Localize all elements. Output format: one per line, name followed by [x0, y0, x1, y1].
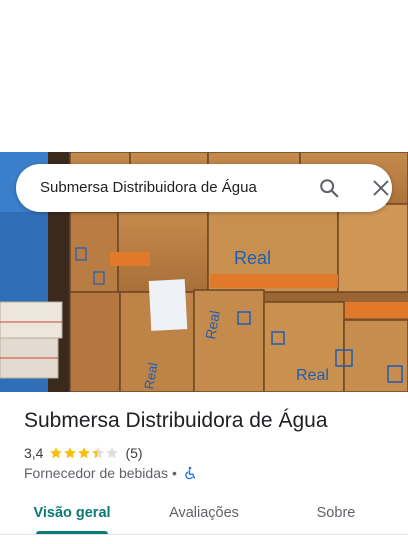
- star-full-icon: [50, 447, 63, 459]
- tab-overview[interactable]: Visão geral: [20, 494, 124, 534]
- tab-about[interactable]: Sobre: [284, 494, 388, 534]
- rating-value: 3,4: [24, 445, 44, 461]
- search-icon[interactable]: [318, 177, 340, 199]
- review-count[interactable]: (5): [125, 445, 142, 461]
- search-input[interactable]: Submersa Distribuidora de Água: [40, 164, 257, 212]
- place-tabs: Visão geral Avaliações Sobre: [0, 494, 408, 536]
- blank-header-area: [0, 0, 408, 152]
- rating-row[interactable]: 3,4 (5): [24, 444, 143, 462]
- wheelchair-accessible-icon[interactable]: [183, 466, 197, 480]
- separator-dot: •: [172, 465, 177, 481]
- star-half-icon: [92, 447, 105, 459]
- star-full-icon: [64, 447, 77, 459]
- tab-reviews[interactable]: Avaliações: [152, 494, 256, 534]
- category-row: Fornecedor de bebidas •: [24, 464, 197, 482]
- close-icon[interactable]: [370, 177, 392, 199]
- place-title: Submersa Distribuidora de Água: [24, 409, 328, 432]
- star-empty-icon: [106, 447, 119, 459]
- place-category[interactable]: Fornecedor de bebidas: [24, 465, 168, 481]
- search-bar[interactable]: Submersa Distribuidora de Água: [16, 164, 392, 212]
- tabs-divider: [0, 534, 408, 535]
- star-rating: [49, 446, 119, 460]
- photo-brand-text: Real: [296, 367, 329, 384]
- star-full-icon: [78, 447, 91, 459]
- photo-brand-text: Real: [234, 248, 271, 268]
